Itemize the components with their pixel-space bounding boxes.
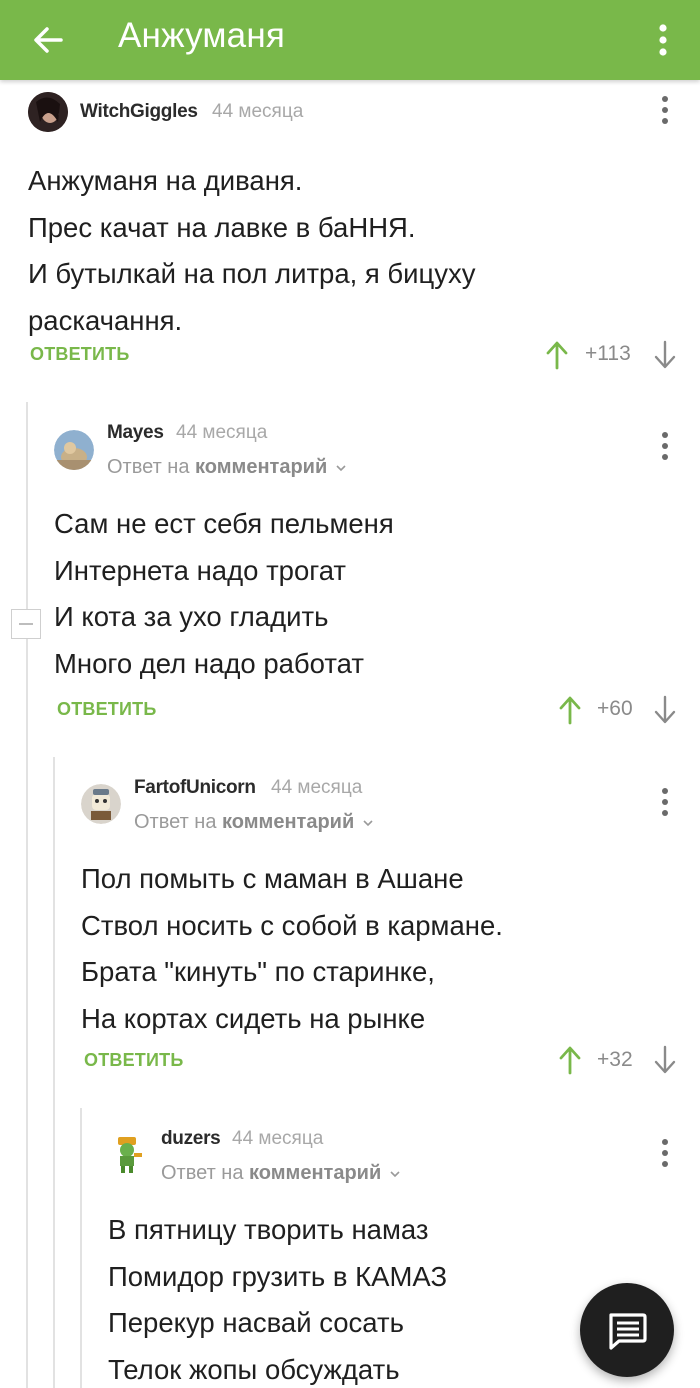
reply-button[interactable]: ОТВЕТИТЬ <box>30 344 129 365</box>
chevron-down-icon <box>390 1171 400 1178</box>
comment-icon <box>609 1313 647 1350</box>
comment-text: Анжуманя на диваня. Прес качат на лавке … <box>28 165 476 336</box>
avatar[interactable] <box>54 430 94 470</box>
reply-to-link[interactable]: Ответ на комментарий <box>134 811 374 834</box>
rating: +113 <box>585 342 631 365</box>
page-title: Анжуманя <box>118 16 285 55</box>
comment-text: Сам не ест себя пельменя Интернета надо … <box>54 508 394 679</box>
downvote-icon[interactable] <box>653 340 677 370</box>
username[interactable]: Mayes <box>107 422 164 444</box>
username[interactable]: WitchGiggles <box>80 101 198 123</box>
reply-button[interactable]: ОТВЕТИТЬ <box>84 1050 183 1071</box>
comment-menu-icon[interactable] <box>655 785 675 819</box>
add-comment-button[interactable] <box>580 1283 674 1377</box>
comment-text: В пятницу творить намаз Помидор грузить … <box>108 1214 448 1385</box>
more-vert-icon[interactable] <box>646 18 680 62</box>
thread-line-level-1 <box>26 402 28 1388</box>
thread-line-level-3 <box>80 1108 82 1388</box>
reply-to-link[interactable]: Ответ на комментарий <box>107 456 347 479</box>
comment-menu-icon[interactable] <box>655 1136 675 1170</box>
comment-menu-icon[interactable] <box>655 429 675 463</box>
rating: +60 <box>597 697 633 720</box>
upvote-icon[interactable] <box>558 695 582 725</box>
upvote-icon[interactable] <box>545 340 569 370</box>
avatar[interactable] <box>108 1135 148 1175</box>
chevron-down-icon <box>336 465 346 472</box>
thread-line-level-2 <box>53 757 55 1388</box>
avatar[interactable] <box>81 784 121 824</box>
downvote-icon[interactable] <box>653 695 677 725</box>
timestamp: 44 месяца <box>271 777 363 798</box>
upvote-icon[interactable] <box>558 1045 582 1075</box>
comment-menu-icon[interactable] <box>655 93 675 127</box>
username[interactable]: FartofUnicorn <box>134 777 256 799</box>
collapse-thread-button[interactable] <box>11 609 41 639</box>
avatar[interactable] <box>28 92 68 132</box>
app-bar: Анжуманя <box>0 0 700 80</box>
timestamp: 44 месяца <box>176 422 268 443</box>
reply-to-link[interactable]: Ответ на комментарий <box>161 1162 401 1185</box>
comment-text: Пол помыть с маман в Ашане Ствол носить … <box>81 863 503 1034</box>
chevron-down-icon <box>363 820 373 827</box>
downvote-icon[interactable] <box>653 1045 677 1075</box>
arrow-left-icon[interactable] <box>28 20 68 60</box>
rating: +32 <box>597 1048 633 1071</box>
timestamp: 44 месяца <box>212 101 304 122</box>
timestamp: 44 месяца <box>232 1128 324 1149</box>
username[interactable]: duzers <box>161 1128 221 1150</box>
reply-button[interactable]: ОТВЕТИТЬ <box>57 699 156 720</box>
